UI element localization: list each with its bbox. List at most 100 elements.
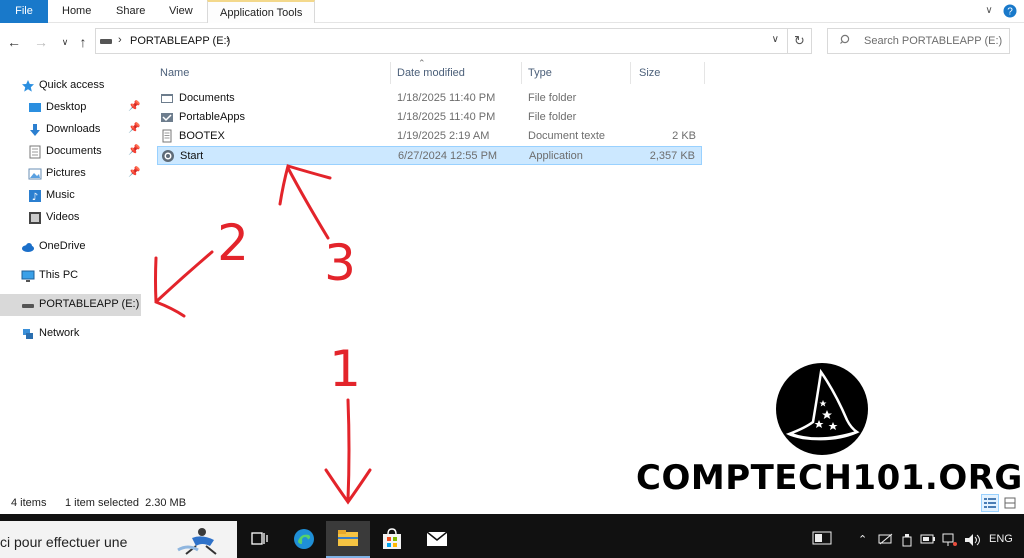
column-header-name[interactable]: Name [152, 62, 391, 84]
drive-icon [100, 39, 112, 44]
task-view-icon[interactable] [238, 521, 282, 558]
download-arrow-icon [30, 124, 40, 136]
file-row-start[interactable]: Start 6/27/2024 12:55 PM Application 2,3… [157, 146, 702, 165]
chevron-down-icon[interactable]: ∨ [982, 4, 996, 18]
tab-view[interactable]: View [157, 0, 205, 23]
mail-icon[interactable] [414, 521, 458, 558]
file-type: File folder [528, 111, 577, 123]
file-type: File folder [528, 92, 577, 104]
pin-icon[interactable]: 📌 [128, 123, 140, 134]
file-list: ⌃ Name Date modified Type Size Documents… [150, 58, 1024, 492]
back-arrow-icon[interactable]: ← [6, 33, 22, 51]
network-status-icon[interactable] [942, 533, 958, 550]
nav-item-label: Pictures [46, 167, 86, 179]
nav-item-label: This PC [39, 269, 79, 281]
portableapps-folder-icon [161, 113, 173, 122]
watermark-text: COMPTECH101.ORG [636, 458, 1023, 498]
music-note-icon: ♪ [29, 190, 41, 203]
nav-item-desktop[interactable]: Desktop 📌 [0, 97, 141, 119]
status-item-count: 4 items [11, 497, 47, 509]
pictures-folder-icon [28, 168, 42, 180]
usb-device-icon[interactable] [900, 533, 914, 550]
cloud-icon [22, 243, 34, 252]
show-hidden-icons-chevron-icon[interactable]: ⌃ [858, 533, 867, 546]
edge-browser-icon[interactable] [282, 521, 326, 558]
file-type: Application [529, 150, 583, 162]
file-date: 1/18/2025 11:40 PM [397, 111, 496, 123]
battery-saver-icon[interactable] [878, 533, 894, 548]
nav-item-label: Quick access [39, 79, 105, 91]
documents-folder-icon [161, 94, 173, 103]
pin-icon[interactable]: 📌 [128, 167, 140, 178]
nav-item-label: Documents [46, 145, 102, 157]
nav-item-label: Desktop [46, 101, 87, 113]
tab-share[interactable]: Share [104, 0, 157, 23]
nav-item-network[interactable]: Network [0, 323, 141, 345]
recent-locations-chevron-icon[interactable]: ∨ [57, 33, 73, 51]
search-icon [840, 34, 852, 49]
explorer-window: File Home Share View Application Tools ∨… [0, 0, 1024, 558]
nav-item-onedrive[interactable]: OneDrive [0, 236, 141, 258]
nav-item-label: OneDrive [39, 240, 86, 252]
address-dropdown-icon[interactable]: ∨ [772, 34, 779, 45]
taskbar-search-box[interactable]: ci pour effectuer une [0, 521, 237, 558]
breadcrumb-chevron-icon[interactable]: › [226, 34, 230, 46]
column-header-size[interactable]: Size [631, 62, 705, 84]
nav-item-label: Downloads [46, 123, 101, 135]
up-arrow-icon[interactable]: ↑ [75, 33, 91, 51]
search-placeholder: Search PORTABLEAPP (E:) [864, 35, 1003, 47]
column-header-date-modified[interactable]: Date modified [389, 62, 522, 84]
pin-icon[interactable]: 📌 [128, 101, 140, 112]
ribbon-tabs: File Home Share View Application Tools ∨… [0, 0, 1024, 23]
nav-item-label: Videos [46, 211, 80, 223]
nav-item-portableapp-drive[interactable]: PORTABLEAPP (E:) [0, 294, 141, 316]
nav-item-label: PORTABLEAPP (E:) [39, 298, 140, 310]
file-name: Documents [179, 92, 235, 104]
refresh-icon[interactable]: ↻ [788, 28, 812, 54]
file-name: PortableApps [179, 111, 246, 123]
wizard-hat-logo [776, 363, 868, 455]
nav-item-downloads[interactable]: Downloads 📌 [0, 119, 141, 141]
pin-icon[interactable]: 📌 [128, 145, 140, 156]
store-icon[interactable] [370, 521, 414, 558]
documents-folder-icon [29, 145, 41, 159]
news-widget-icon[interactable] [812, 531, 832, 548]
file-date: 6/27/2024 12:55 PM [398, 150, 498, 162]
taskbar: ci pour effectuer une ⌃ ENG [0, 514, 1024, 558]
battery-icon[interactable] [920, 533, 936, 548]
volume-icon[interactable] [964, 533, 982, 550]
tab-application-tools[interactable]: Application Tools [207, 0, 316, 23]
search-box[interactable]: Search PORTABLEAPP (E:) [827, 28, 1010, 54]
file-name: BOOTEX [179, 130, 225, 142]
help-icon[interactable]: ? [1003, 4, 1017, 18]
nav-item-this-pc[interactable]: This PC [0, 265, 141, 287]
forward-arrow-icon[interactable]: → [33, 33, 49, 51]
nav-item-label: Network [39, 327, 80, 339]
breadcrumb-chevron-icon[interactable]: › [118, 34, 122, 46]
nav-item-music[interactable]: ♪ Music [0, 185, 141, 207]
file-row-bootex[interactable]: BOOTEX 1/19/2025 2:19 AM Document texte … [157, 127, 702, 146]
navigation-pane: Quick access Desktop 📌 Downloads 📌 Docum… [0, 62, 143, 492]
tab-file[interactable]: File [0, 0, 48, 23]
nav-item-videos[interactable]: Videos [0, 207, 141, 229]
language-indicator[interactable]: ENG [989, 533, 1013, 545]
nav-item-quick-access[interactable]: Quick access [0, 75, 141, 97]
svg-text:♪: ♪ [32, 192, 38, 203]
tab-home[interactable]: Home [50, 0, 103, 23]
nav-item-documents[interactable]: Documents 📌 [0, 141, 141, 163]
column-header-type[interactable]: Type [520, 62, 631, 84]
nav-item-pictures[interactable]: Pictures 📌 [0, 163, 141, 185]
file-row-portableapps[interactable]: PortableApps 1/18/2025 11:40 PM File fol… [157, 108, 702, 127]
file-name: Start [180, 150, 204, 162]
svg-text:?: ? [1007, 7, 1013, 18]
video-icon [29, 212, 41, 224]
file-row-documents[interactable]: Documents 1/18/2025 11:40 PM File folder [157, 89, 702, 108]
file-date: 1/18/2025 11:40 PM [397, 92, 496, 104]
star-icon [22, 80, 34, 92]
address-bar[interactable]: › PORTABLEAPP (E:) › ∨ [95, 28, 788, 54]
drive-icon [22, 304, 34, 308]
file-explorer-icon[interactable] [326, 521, 370, 558]
portableapps-start-icon [162, 150, 174, 162]
breadcrumb-drive[interactable]: PORTABLEAPP (E:) [130, 35, 230, 47]
monitor-icon [21, 270, 35, 282]
